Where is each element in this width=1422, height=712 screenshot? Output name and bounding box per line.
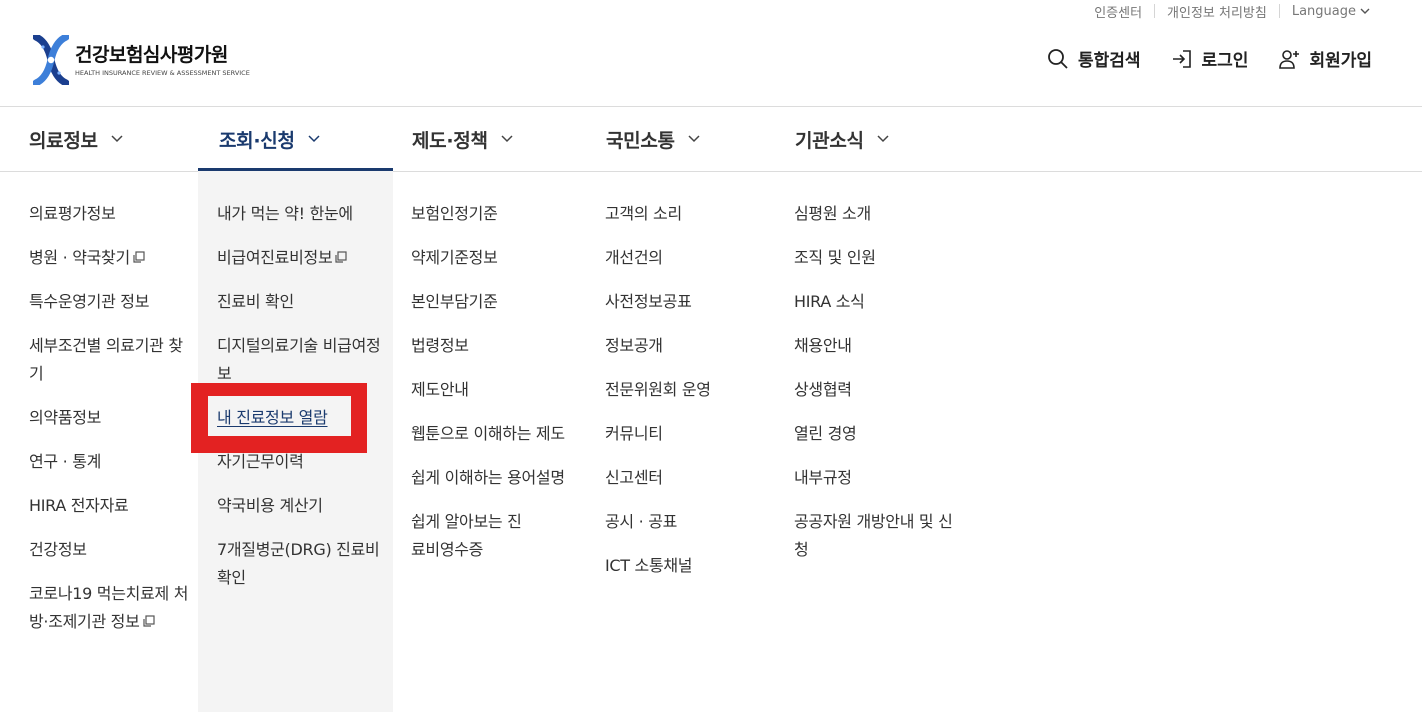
menu-item[interactable]: 약국비용 계산기 [217,492,382,520]
menu-item-non-covered-cost[interactable]: 비급여진료비정보 [217,244,382,272]
gnb-institution-news[interactable]: 기관소식 [795,107,889,171]
menu-col-institution-news: 심평원 소개 조직 및 인원 HIRA 소식 채용안내 상생협력 열린 경영 내… [794,200,954,580]
menu-item-label: 코로나19 먹는치료제 처방·조제기관 정보 [29,584,189,631]
menu-item[interactable]: ICT 소통채널 [605,552,775,580]
menu-item[interactable]: 쉽게 알아보는 진료비영수증 [411,508,531,564]
menu-item-covid-treatment[interactable]: 코로나19 먹는치료제 처방·조제기관 정보 [29,580,189,636]
menu-item[interactable]: 자기근무이력 [217,448,382,476]
menu-item[interactable]: 디지털의료기술 비급여정보 [217,332,382,388]
external-link-icon [132,251,145,264]
signup-button[interactable]: 회원가입 [1278,46,1372,71]
utility-bar: 인증센터 개인정보 처리방침 Language [1082,0,1382,22]
header-actions: 통합검색 로그인 회원가입 [1047,46,1372,71]
cert-center-link[interactable]: 인증센터 [1082,2,1154,21]
external-link-icon [142,615,155,628]
chevron-down-icon [501,135,513,143]
hira-logo-icon [33,35,69,85]
language-select[interactable]: Language [1280,4,1382,19]
login-button[interactable]: 로그인 [1171,46,1249,71]
menu-item[interactable]: 제도안내 [411,376,581,404]
menu-item[interactable]: 7개질병군(DRG) 진료비 확인 [217,536,382,592]
menu-item[interactable]: 공공자원 개방안내 및 신청 [794,508,954,564]
chevron-down-icon [111,135,123,143]
gnb-inquiry-apply[interactable]: 조회·신청 [219,107,320,171]
menu-item[interactable]: 열린 경영 [794,420,954,448]
menu-item-my-medical-info[interactable]: 내 진료정보 열람 [217,404,382,432]
gnb-policy[interactable]: 제도·정책 [412,107,513,171]
gnb-medical-info[interactable]: 의료정보 [29,107,123,171]
menu-item[interactable]: 공시 · 공표 [605,508,775,536]
privacy-link[interactable]: 개인정보 처리방침 [1155,2,1279,21]
menu-item[interactable]: 보험인정기준 [411,200,581,228]
menu-item[interactable]: 세부조건별 의료기관 찾기 [29,332,189,388]
logo-title: 건강보험심사평가원 [75,43,228,66]
menu-item[interactable]: HIRA 전자자료 [29,492,189,520]
gnb-communication[interactable]: 국민소통 [606,107,700,171]
menu-col-communication: 고객의 소리 개선건의 사전정보공표 정보공개 전문위원회 운영 커뮤니티 신고… [605,200,775,596]
menu-item[interactable]: 약제기준정보 [411,244,581,272]
user-plus-icon [1279,49,1300,69]
menu-item-label: 병원 · 약국찾기 [29,248,130,267]
menu-item[interactable]: 신고센터 [605,464,775,492]
menu-item[interactable]: 본인부담기준 [411,288,581,316]
menu-item[interactable]: 웹툰으로 이해하는 제도 [411,420,581,448]
menu-item[interactable]: HIRA 소식 [794,288,954,316]
gnb-label: 제도·정책 [412,129,488,152]
menu-item[interactable]: 의약품정보 [29,404,189,432]
search-icon [1048,48,1068,69]
menu-item-hospital-search[interactable]: 병원 · 약국찾기 [29,244,189,272]
menu-col-medical-info: 의료평가정보 병원 · 약국찾기 특수운영기관 정보 세부조건별 의료기관 찾기… [29,200,189,652]
menu-item[interactable]: 상생협력 [794,376,954,404]
menu-item[interactable]: 조직 및 인원 [794,244,954,272]
external-link-icon [334,251,347,264]
chevron-down-icon [1360,8,1370,14]
menu-item[interactable]: 고객의 소리 [605,200,775,228]
menu-item[interactable]: 정보공개 [605,332,775,360]
menu-item[interactable]: 사전정보공표 [605,288,775,316]
menu-item[interactable]: 개선건의 [605,244,775,272]
language-label: Language [1291,3,1356,19]
gnb-label: 조회·신청 [219,129,295,152]
search-button[interactable]: 통합검색 [1047,46,1141,71]
menu-item[interactable]: 심평원 소개 [794,200,954,228]
menu-item[interactable]: 진료비 확인 [217,288,382,316]
login-label: 로그인 [1201,51,1249,71]
logo-subtitle: HEALTH INSURANCE REVIEW & ASSESSMENT SER… [75,68,250,77]
menu-item[interactable]: 커뮤니티 [605,420,775,448]
logo[interactable]: 건강보험심사평가원 HEALTH INSURANCE REVIEW & ASSE… [33,35,250,85]
menu-item[interactable]: 쉽게 이해하는 용어설명 [411,464,581,492]
signup-label: 회원가입 [1309,51,1372,71]
menu-item-label: 비급여진료비정보 [217,248,333,267]
menu-col-inquiry-apply: 내가 먹는 약! 한눈에 비급여진료비정보 진료비 확인 디지털의료기술 비급여… [217,200,382,608]
search-label: 통합검색 [1077,51,1141,71]
menu-item[interactable]: 전문위원회 운영 [605,376,775,404]
gnb-label: 기관소식 [795,129,864,152]
menu-item[interactable]: 건강정보 [29,536,189,564]
chevron-down-icon [308,135,320,143]
menu-item[interactable]: 특수운영기관 정보 [29,288,189,316]
chevron-down-icon [877,135,889,143]
chevron-down-icon [688,135,700,143]
gnb-label: 의료정보 [29,129,98,152]
gnb-label: 국민소통 [606,129,675,152]
menu-item[interactable]: 채용안내 [794,332,954,360]
menu-item[interactable]: 연구 · 통계 [29,448,189,476]
menu-item[interactable]: 내부규정 [794,464,954,492]
menu-item[interactable]: 내가 먹는 약! 한눈에 [217,200,382,228]
menu-col-policy: 보험인정기준 약제기준정보 본인부담기준 법령정보 제도안내 웹툰으로 이해하는… [411,200,581,580]
global-nav: 의료정보 조회·신청 제도·정책 국민소통 기관소식 [0,106,1422,172]
menu-item[interactable]: 의료평가정보 [29,200,189,228]
login-icon [1172,49,1191,68]
menu-item[interactable]: 법령정보 [411,332,581,360]
